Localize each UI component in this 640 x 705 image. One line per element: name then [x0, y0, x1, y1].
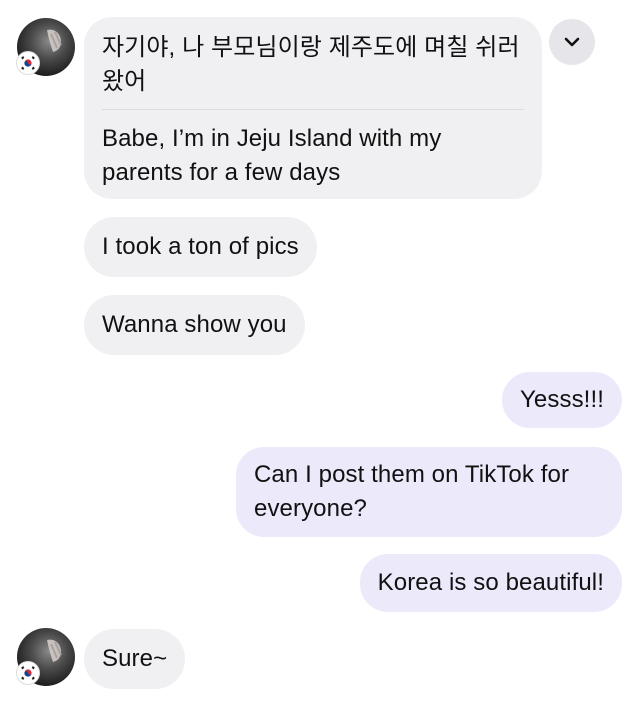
message-bubble-outgoing[interactable]: Yesss!!! [502, 372, 622, 428]
contact-avatar[interactable] [17, 628, 75, 686]
message-options-button[interactable] [549, 19, 595, 65]
message-bubble-incoming[interactable]: I took a ton of pics [84, 217, 317, 277]
message-bubble-incoming[interactable]: 자기야, 나 부모님이랑 제주도에 며칠 쉬러 왔어 Babe, I’m in … [84, 17, 542, 199]
south-korea-flag-icon [17, 52, 39, 74]
message-text: Korea is so beautiful! [377, 569, 604, 596]
south-korea-flag-icon [17, 662, 39, 684]
message-text: Wanna show you [102, 311, 287, 338]
message-text-translation: Babe, I’m in Jeju Island with my parents… [102, 125, 442, 186]
chevron-down-icon [564, 37, 580, 47]
message-text-korean: 자기야, 나 부모님이랑 제주도에 며칠 쉬러 왔어 [102, 34, 520, 95]
contact-avatar[interactable] [17, 18, 75, 76]
message-text: I took a ton of pics [102, 233, 299, 260]
message-bubble-incoming[interactable]: Sure~ [84, 629, 186, 689]
message-bubble-incoming[interactable]: Wanna show you [84, 295, 305, 355]
message-text: Can I post them on TikTok for everyone? [254, 461, 570, 522]
message-bubble-outgoing[interactable]: Korea is so beautiful! [359, 554, 622, 612]
message-bubble-outgoing[interactable]: Can I post them on TikTok for everyone? [236, 447, 622, 537]
message-text: Sure~ [102, 645, 168, 672]
translation-divider [102, 109, 524, 110]
message-text: Yesss!!! [520, 386, 604, 413]
